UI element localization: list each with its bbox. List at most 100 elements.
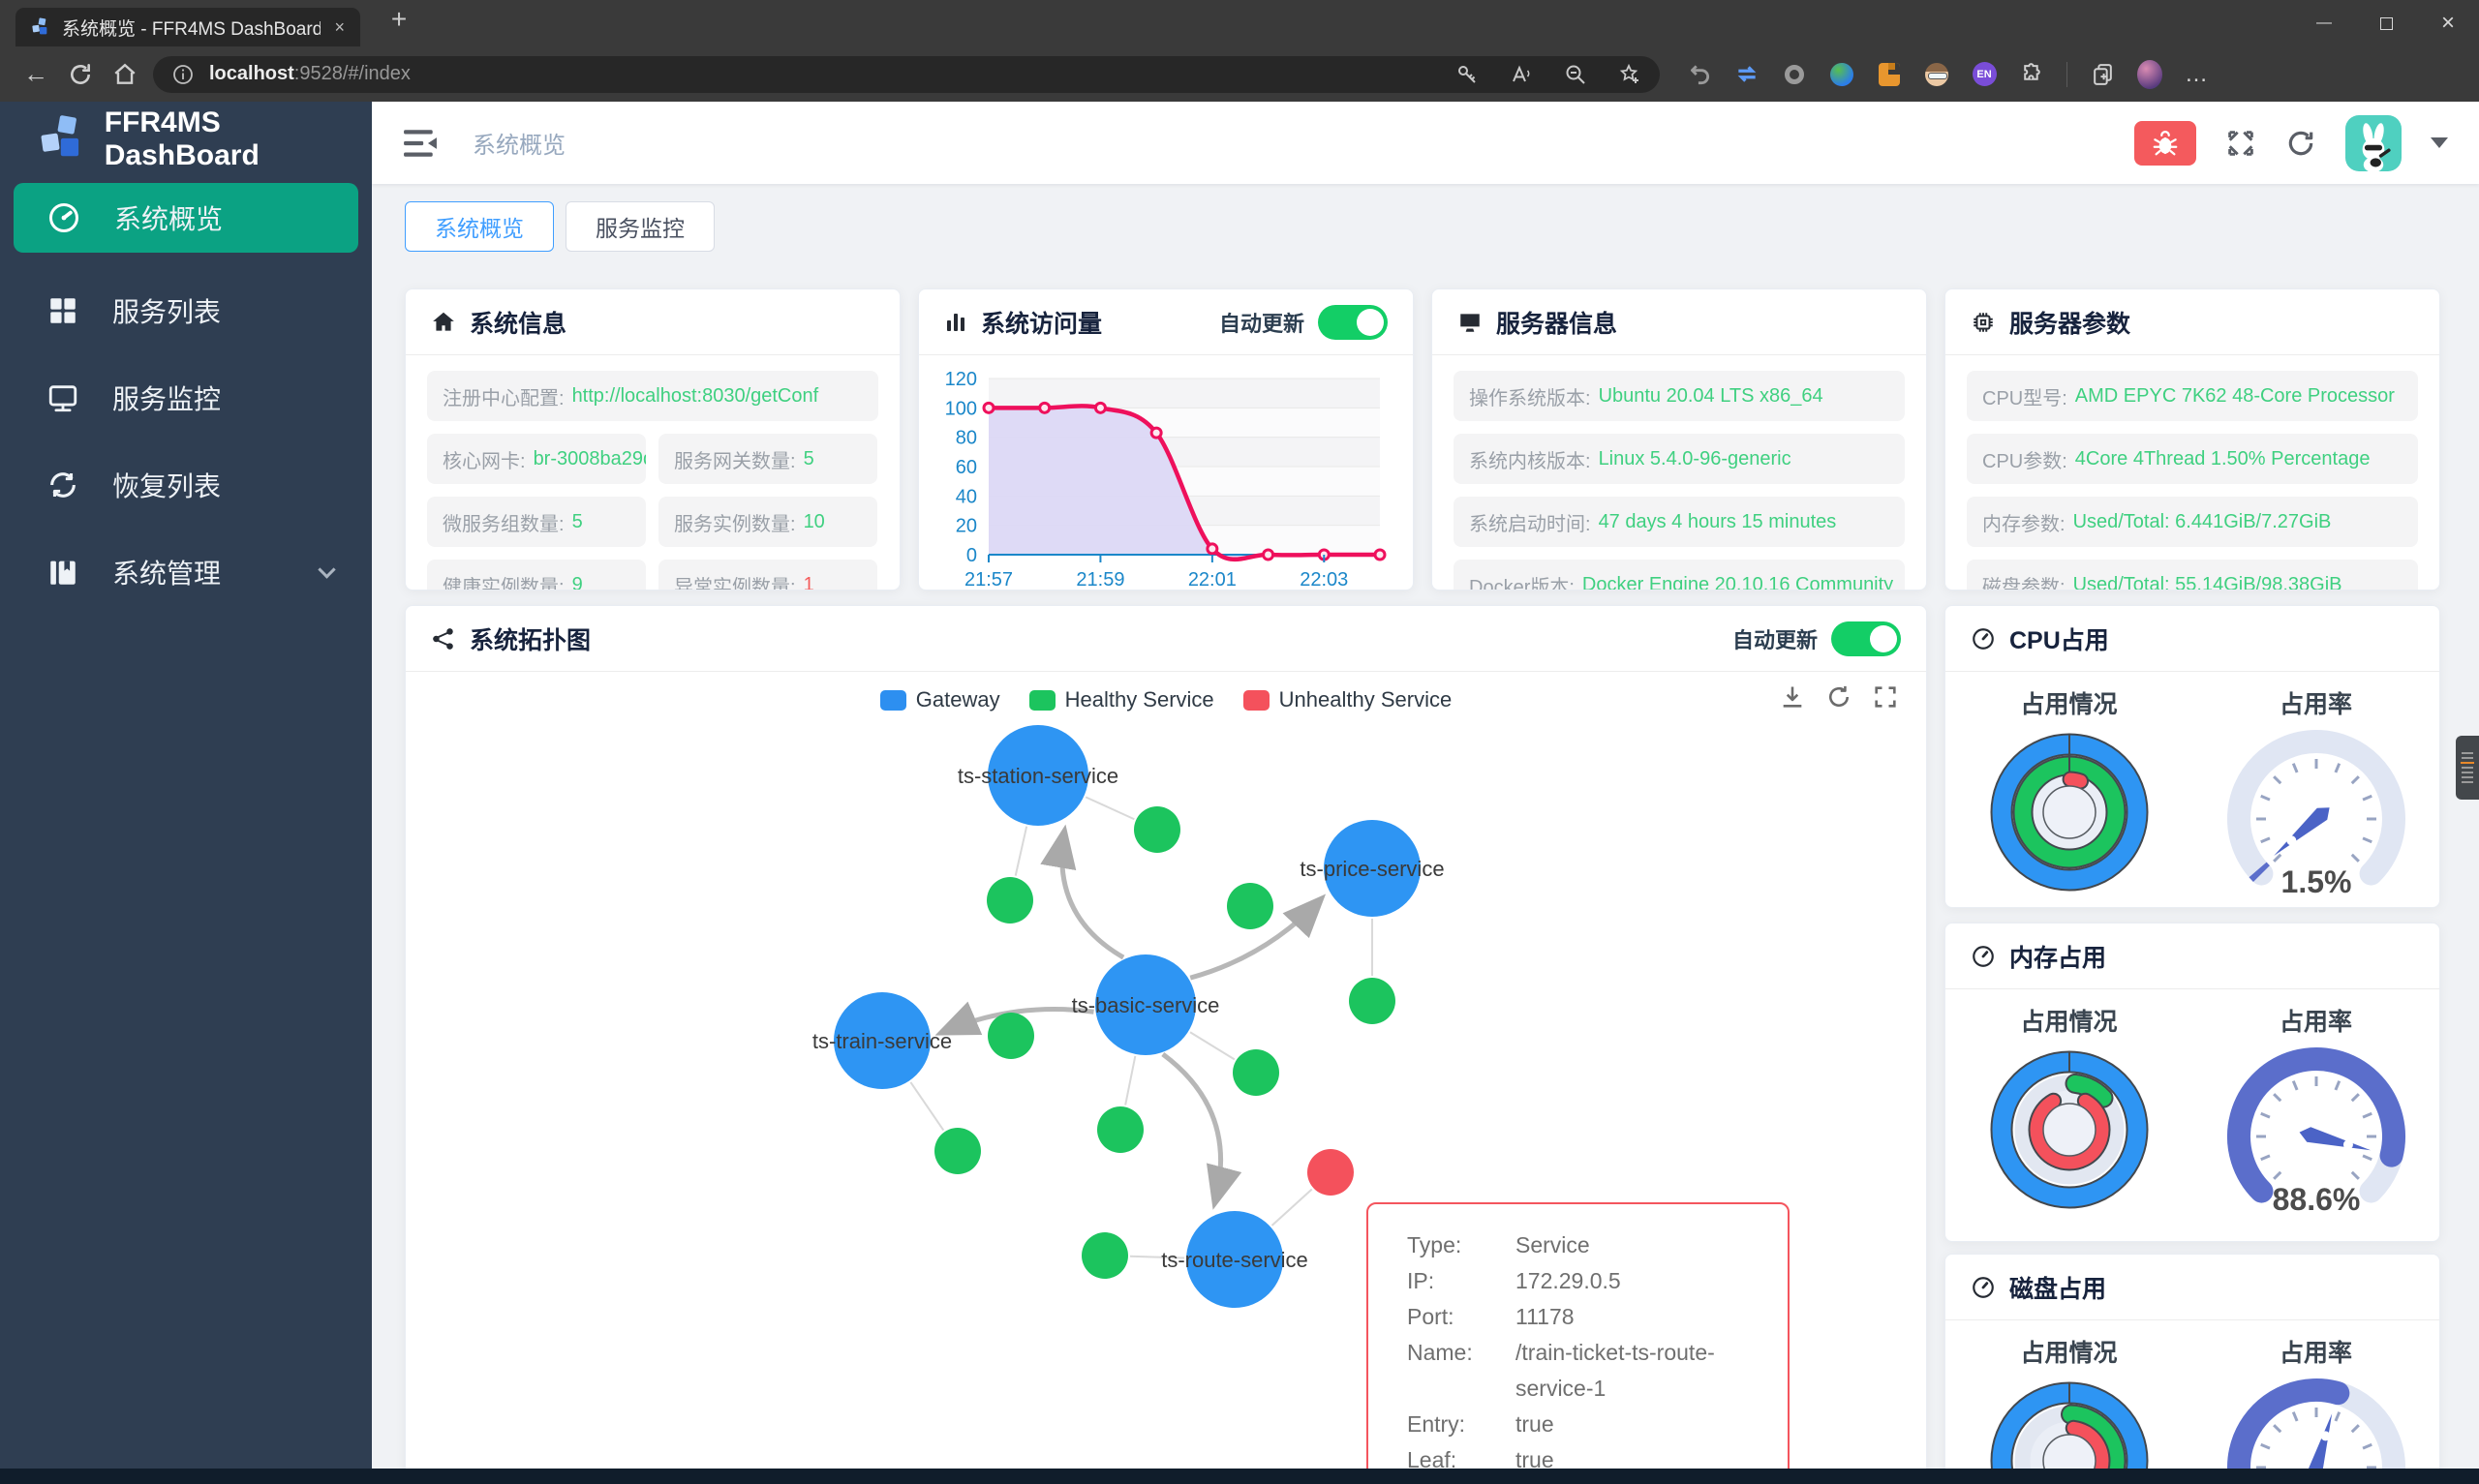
app-navbar: 系统概览 — [372, 102, 2479, 184]
address-bar[interactable]: localhost:9528/#/index — [153, 55, 1660, 93]
sidebar-item-label: 系统管理 — [112, 559, 222, 589]
info-row: 核心网卡:br-3008ba29defa — [427, 434, 646, 484]
svg-text:120: 120 — [945, 369, 977, 390]
collections-icon[interactable] — [2090, 62, 2115, 87]
extension-globe-icon[interactable] — [1829, 62, 1854, 87]
chevron-down-icon — [318, 560, 336, 579]
sidebar-item-overview[interactable]: 系统概览 — [14, 183, 358, 253]
svg-text:21:57: 21:57 — [964, 569, 1013, 591]
dashboard-icon — [49, 203, 78, 232]
info-row: 健康实例数量: 9 — [427, 560, 646, 590]
translate-en-badge[interactable]: EN — [1972, 62, 1997, 87]
cpu-chip-icon — [1974, 312, 1993, 332]
window-close-button[interactable]: × — [2417, 0, 2479, 46]
window-minimize-button[interactable]: — — [2293, 0, 2355, 46]
favorites-star-icon[interactable] — [1617, 62, 1642, 87]
tab-close-icon[interactable]: × — [330, 17, 349, 38]
browser-profile-avatar[interactable] — [2137, 59, 2162, 89]
home-icon — [433, 312, 454, 331]
topology-share-icon — [433, 627, 453, 650]
window-maximize-button[interactable] — [2355, 0, 2417, 46]
relayout-refresh-icon[interactable] — [1825, 683, 1852, 711]
browser-titlebar: 系统概览 - FFR4MS DashBoard × + — × — [0, 0, 2479, 46]
refresh-icon[interactable] — [2285, 128, 2316, 159]
cpu-rings-chart — [1990, 733, 2148, 892]
svg-text:0: 0 — [966, 545, 977, 566]
legend-unhealthy-swatch — [1242, 689, 1270, 711]
back-button[interactable]: ← — [14, 55, 58, 94]
rabbit-avatar-icon — [2362, 122, 2391, 171]
grid-icon — [50, 298, 76, 323]
hamburger-collapse-icon[interactable] — [403, 128, 438, 159]
card-title: 磁盘占用 — [2009, 1275, 2107, 1303]
home-button[interactable] — [103, 55, 147, 94]
topology-card: 系统拓扑图 自动更新 Gateway Healthy Service Unhea… — [405, 605, 1927, 1484]
svg-text:1.5%: 1.5% — [2280, 864, 2351, 899]
svg-text:40: 40 — [956, 486, 977, 507]
sidebar-item-label: 服务列表 — [112, 297, 222, 327]
settings-more-icon[interactable]: … — [2185, 61, 2210, 88]
svg-text:80: 80 — [956, 428, 977, 449]
extension-docs-icon[interactable] — [1877, 62, 1902, 87]
tab-overview[interactable]: 系统概览 — [405, 201, 554, 252]
site-info-icon[interactable] — [170, 62, 196, 87]
disk-usage-card: 磁盘占用 占用情况 占用率 — [1944, 1254, 2440, 1484]
legend-gateway-swatch — [879, 689, 906, 711]
reload-button[interactable] — [58, 55, 103, 94]
error-log-button[interactable] — [2134, 120, 2196, 166]
extension-avatar-icon[interactable] — [1924, 62, 1949, 87]
download-icon[interactable] — [1779, 683, 1806, 711]
fullscreen-icon[interactable] — [2225, 128, 2256, 159]
server-info-card: 服务器信息 操作系统版本: Ubuntu 20.04 LTS x86_64 系统内… — [1431, 288, 1927, 591]
extension-undo-icon[interactable] — [1687, 62, 1712, 87]
avatar-caret-icon[interactable] — [2431, 137, 2448, 148]
auto-update-toggle[interactable] — [1318, 304, 1388, 340]
info-row: Docker版本: Docker Engine 20.10.16 Communit… — [1454, 560, 1905, 590]
url-path: :9528/#/index — [293, 63, 411, 84]
tag-bar: 系统概览 服务监控 — [372, 184, 2479, 252]
expand-icon[interactable] — [1872, 683, 1899, 711]
bottom-edge-strip — [0, 1469, 2479, 1484]
sidebar-item-system-management[interactable]: 系统管理 — [0, 537, 372, 607]
legend-healthy-swatch — [1028, 689, 1056, 711]
user-avatar[interactable] — [2345, 114, 2402, 171]
breadcrumb: 系统概览 — [473, 133, 566, 159]
tab-service-monitor[interactable]: 服务监控 — [566, 201, 715, 252]
sidebar-item-recovery-list[interactable]: 恢复列表 — [0, 450, 372, 520]
card-title: 系统访问量 — [981, 310, 1103, 338]
card-title: 服务器信息 — [1496, 310, 1618, 338]
extension-loop-icon[interactable] — [1734, 62, 1760, 87]
favicon — [27, 15, 52, 40]
new-tab-button[interactable]: + — [380, 4, 418, 35]
info-row: 操作系统版本: Ubuntu 20.04 LTS x86_64 — [1454, 371, 1905, 421]
cpu-gauge-chart: 1.5% — [2226, 730, 2405, 899]
traffic-area-chart: 0 20 40 60 80 100 120 21:57 21:59 22:01 22:03 — [945, 369, 1387, 591]
node-tooltip: Type: Service IP: 172.29.0.5 Port: 11178 Na… — [1366, 1202, 1790, 1483]
zoom-out-icon[interactable] — [1563, 62, 1588, 87]
read-aloud-icon[interactable] — [1509, 62, 1534, 87]
extensions-puzzle-icon[interactable] — [2019, 62, 2044, 87]
memory-rings-chart — [1990, 1050, 2148, 1209]
url-host: localhost — [209, 63, 294, 84]
svg-text:60: 60 — [956, 457, 977, 478]
sidebar-item-service-list[interactable]: 服务列表 — [0, 276, 372, 346]
svg-text:ts-station-service: ts-station-service — [958, 764, 1118, 788]
svg-text:ts-route-service: ts-route-service — [1161, 1248, 1308, 1272]
info-row: 系统内核版本: Linux 5.4.0-96-generic — [1454, 434, 1905, 484]
browser-tab[interactable]: 系统概览 - FFR4MS DashBoard × — [15, 8, 360, 46]
info-row: 磁盘参数: Used/Total: 55.14GiB/98.38GiB — [1967, 560, 2418, 590]
brand: FFR4MS DashBoard — [0, 102, 372, 176]
svg-text:22:01: 22:01 — [1188, 569, 1237, 591]
extension-ring-icon[interactable] — [1782, 62, 1807, 87]
disk-rings-chart — [1990, 1381, 2148, 1484]
topology-auto-update-toggle[interactable] — [1831, 621, 1901, 656]
legend-label: Gateway — [915, 687, 1000, 712]
sidebar-item-label: 系统概览 — [114, 204, 224, 234]
password-key-icon[interactable] — [1454, 62, 1480, 87]
info-row: 异常实例数量: 1 — [658, 560, 877, 590]
sidebar: FFR4MS DashBoard 系统概览 服务列表 服务监控 恢复列表 系统管… — [0, 102, 372, 1484]
info-row: CPU型号: AMD EPYC 7K62 48-Core Processor — [1967, 371, 2418, 421]
info-row: 服务网关数量: 5 — [658, 434, 877, 484]
scroll-widget[interactable] — [2456, 736, 2479, 800]
sidebar-item-service-monitor[interactable]: 服务监控 — [0, 363, 372, 433]
